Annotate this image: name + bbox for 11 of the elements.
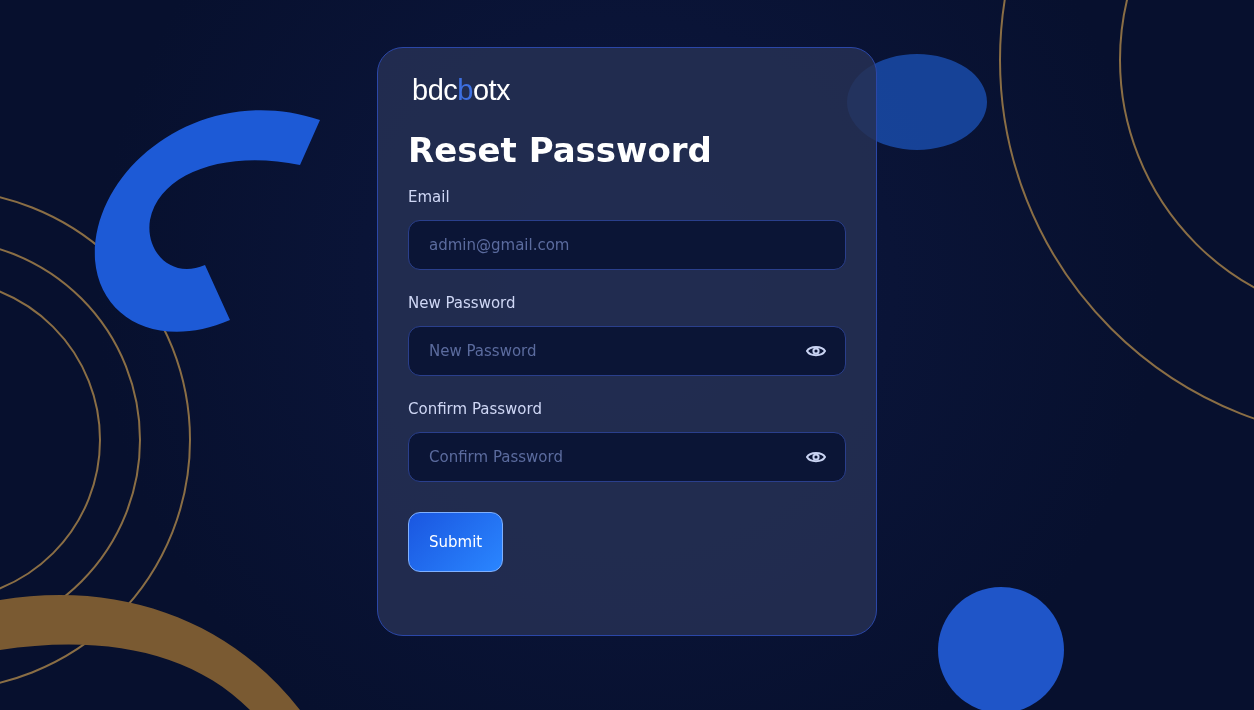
password-field[interactable]: New Password (408, 326, 846, 376)
eye-icon[interactable] (806, 450, 826, 464)
password-field[interactable]: Confirm Password (408, 432, 846, 482)
logo: bdcbotx (412, 74, 511, 106)
field-label: Email (408, 188, 450, 206)
field-label: Confirm Password (408, 400, 542, 418)
submit-button[interactable]: Submit (408, 512, 504, 572)
email-field[interactable]: admin@gmail.com (408, 220, 846, 270)
page-title: Reset Password (408, 129, 712, 172)
field-label: New Password (408, 294, 516, 312)
eye-icon[interactable] (806, 344, 826, 358)
